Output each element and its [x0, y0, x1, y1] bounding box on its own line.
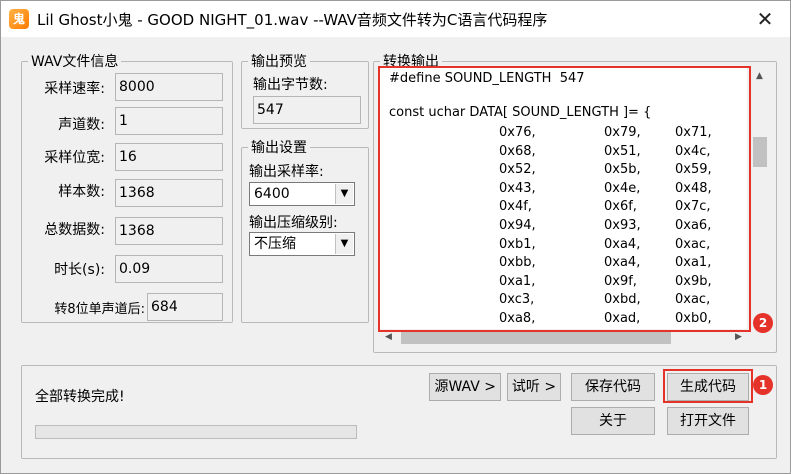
sample-rate-field[interactable]: 8000 — [115, 73, 223, 101]
bit-depth-label: 采样位宽: — [44, 150, 105, 166]
code-vertical-scrollbar[interactable]: ▲ — [751, 67, 769, 329]
output-bytes-field[interactable]: 547 — [253, 96, 361, 124]
scroll-up-icon[interactable]: ▲ — [756, 71, 763, 81]
settings-legend: 输出设置 — [251, 140, 307, 156]
status-text: 全部转换完成! — [35, 389, 125, 405]
save-code-button[interactable]: 保存代码 — [571, 373, 655, 401]
ghost-app-icon: 鬼 — [9, 9, 29, 29]
output-rate-value: 6400 — [254, 186, 290, 202]
progress-bar — [35, 425, 357, 439]
sample-count-label: 样本数: — [58, 184, 105, 200]
output-rate-select[interactable]: 6400 ▼ — [249, 182, 355, 206]
bit-depth-field[interactable]: 16 — [115, 143, 223, 171]
step-badge-1: 1 — [753, 375, 773, 395]
generate-highlight-box — [663, 369, 753, 403]
horizontal-scroll-thumb[interactable] — [401, 332, 671, 344]
mono8-field[interactable]: 684 — [147, 293, 223, 321]
mono8-label: 转8位单声道后: — [54, 302, 145, 317]
window-title: Lil Ghost小鬼 - GOOD NIGHT_01.wav --WAV音频文… — [37, 11, 548, 29]
try-listen-button[interactable]: 试听 > — [507, 373, 561, 401]
scroll-right-icon[interactable]: ▶ — [735, 332, 742, 342]
total-data-label: 总数据数: — [44, 222, 105, 238]
preview-legend: 输出预览 — [251, 54, 307, 70]
close-button[interactable]: ✕ — [750, 5, 780, 33]
compress-level-label: 输出压缩级别: — [249, 215, 338, 231]
output-rate-label: 输出采样率: — [249, 164, 324, 180]
chevron-down-icon[interactable]: ▼ — [335, 184, 353, 204]
channels-label: 声道数: — [58, 117, 105, 133]
compress-level-select[interactable]: 不压缩 ▼ — [249, 232, 355, 256]
sample-rate-label: 采样速率: — [44, 81, 105, 97]
sample-count-field[interactable]: 1368 — [115, 179, 223, 207]
channels-field[interactable]: 1 — [115, 107, 223, 135]
chevron-down-icon[interactable]: ▼ — [335, 234, 353, 254]
title-bar: 鬼 Lil Ghost小鬼 - GOOD NIGHT_01.wav --WAV音… — [1, 1, 790, 37]
step-badge-2: 2 — [753, 313, 773, 333]
output-highlight-box — [378, 66, 751, 332]
source-wav-button[interactable]: 源WAV > — [429, 373, 501, 401]
compress-level-value: 不压缩 — [254, 236, 296, 252]
duration-field[interactable]: 0.09 — [115, 255, 223, 283]
duration-label: 时长(s): — [54, 262, 105, 278]
total-data-field[interactable]: 1368 — [115, 217, 223, 245]
app-window: 鬼 Lil Ghost小鬼 - GOOD NIGHT_01.wav --WAV音… — [0, 0, 791, 474]
about-button[interactable]: 关于 — [571, 407, 655, 435]
output-bytes-label: 输出字节数: — [253, 77, 328, 93]
open-file-button[interactable]: 打开文件 — [667, 407, 749, 435]
vertical-scroll-thumb[interactable] — [753, 137, 767, 167]
scroll-left-icon[interactable]: ◀ — [385, 332, 392, 342]
wav-info-legend: WAV文件信息 — [31, 54, 119, 70]
